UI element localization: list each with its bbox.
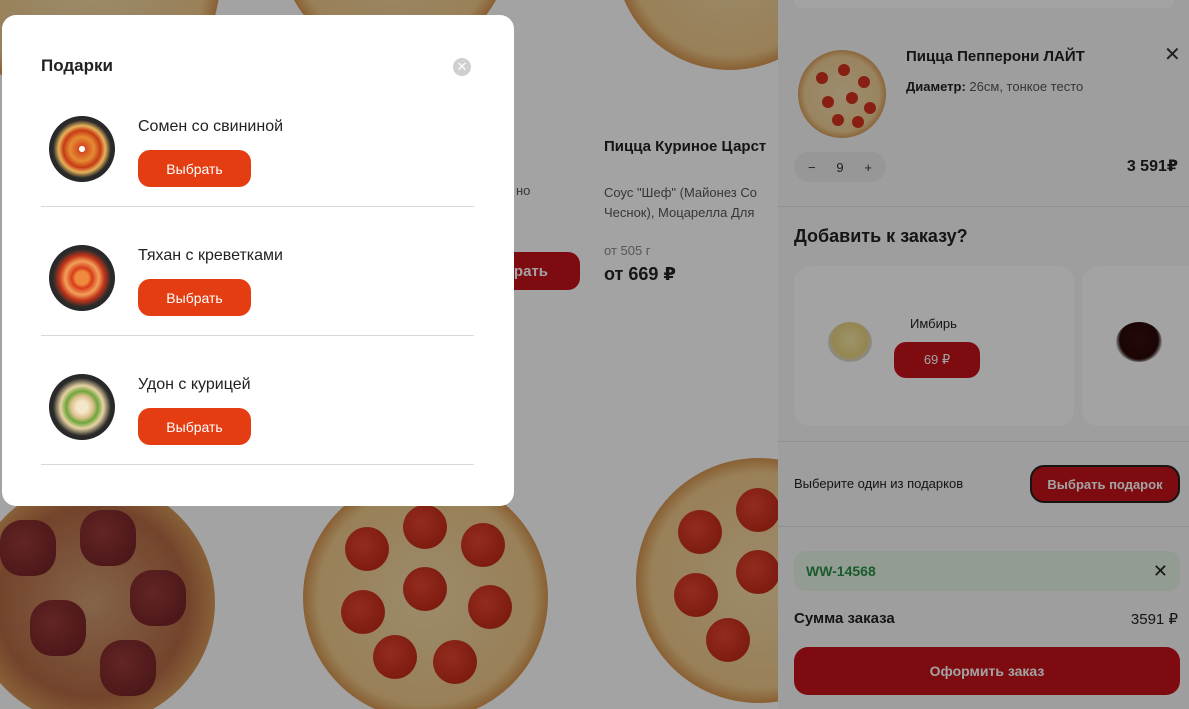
gift-name: Сомен со свининой [138, 118, 284, 135]
gift-image [49, 374, 115, 440]
gift-list-item: Сомен со свининой Выбрать [41, 78, 474, 207]
modal-title: Подарки [41, 56, 113, 75]
gift-image [49, 116, 115, 182]
gift-name: Удон с курицей [138, 376, 251, 393]
choose-gift-item-button[interactable]: Выбрать [138, 279, 251, 316]
gift-name: Тяхан с креветками [138, 247, 283, 264]
gift-list-item: Удон с курицей Выбрать [41, 336, 474, 465]
choose-gift-item-button[interactable]: Выбрать [138, 150, 251, 187]
choose-gift-item-button[interactable]: Выбрать [138, 408, 251, 445]
close-icon[interactable]: ✕ [453, 58, 471, 76]
gifts-modal: Подарки ✕ Сомен со свининой Выбрать Тяха… [2, 15, 514, 506]
gift-image [49, 245, 115, 311]
gift-list-item: Тяхан с креветками Выбрать [41, 207, 474, 336]
